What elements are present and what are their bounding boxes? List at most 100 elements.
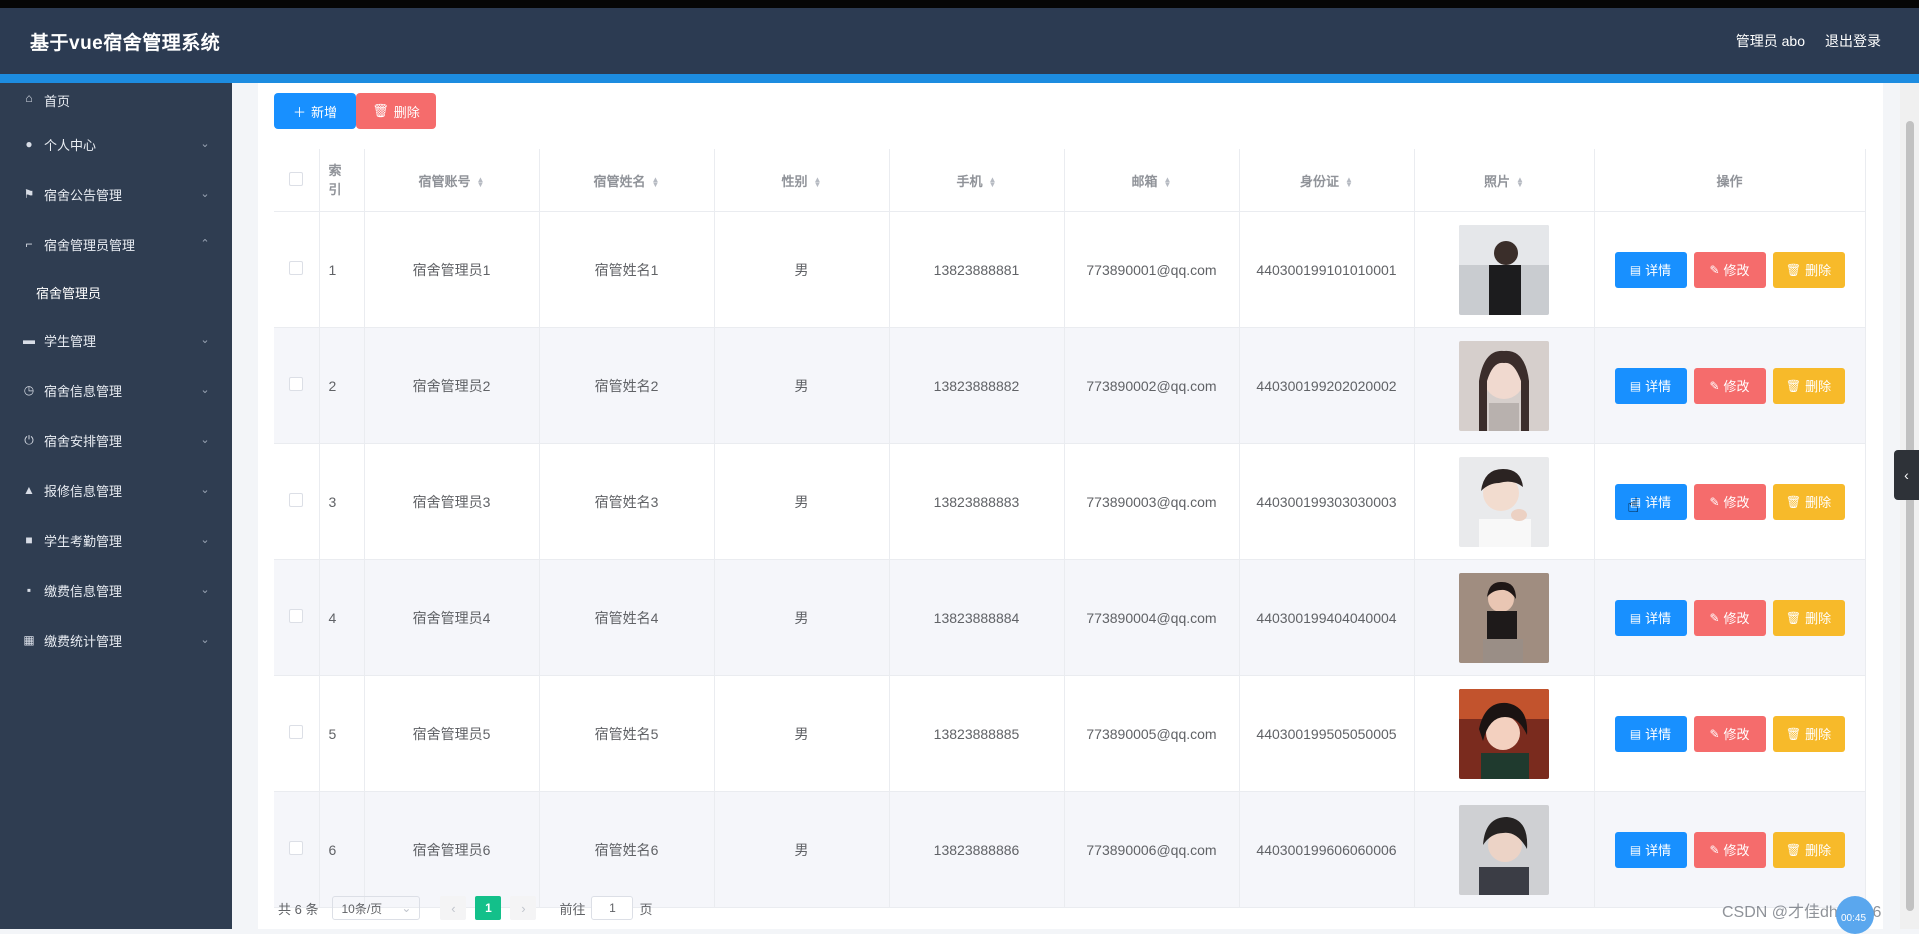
delete-button[interactable]: 🗑 删除 <box>1772 367 1845 404</box>
goto-page-input[interactable] <box>591 896 634 920</box>
row-select-cell[interactable] <box>274 559 320 676</box>
page-scrollbar[interactable] <box>1900 83 1919 929</box>
batch-delete-button[interactable]: 🗑 删除 <box>356 93 436 129</box>
phone-header[interactable]: 手机 ▲ ▼ <box>889 149 1065 212</box>
name-header[interactable]: 宿管姓名 ▲ ▼ <box>539 149 715 212</box>
edit-button[interactable]: ✎ 修改 <box>1693 251 1766 288</box>
edit-button[interactable]: ✎ 修改 <box>1693 483 1766 520</box>
floating-badge[interactable]: 00:45 <box>1836 896 1874 934</box>
chevron-down-icon: ⌄ <box>200 434 210 446</box>
account-cell: 宿舍管理员4 <box>364 559 540 676</box>
row-checkbox[interactable] <box>289 609 304 623</box>
power-icon: ⏻ <box>24 432 34 447</box>
detail-button[interactable]: ▤ 详情 <box>1614 251 1687 288</box>
index-cell: 3 <box>319 443 365 560</box>
detail-button[interactable]: ▤ 详情 <box>1614 483 1687 520</box>
edit-button[interactable]: ✎ 修改 <box>1693 367 1766 404</box>
avatar-photo[interactable] <box>1459 688 1549 779</box>
account-header[interactable]: 宿管账号 ▲ ▼ <box>364 149 540 212</box>
row-checkbox[interactable] <box>289 261 304 275</box>
edit-button[interactable]: ✎ 修改 <box>1693 715 1766 752</box>
delete-button[interactable]: 🗑 删除 <box>1772 831 1845 868</box>
row-checkbox[interactable] <box>289 493 304 507</box>
avatar-photo[interactable] <box>1459 456 1549 547</box>
sidebar-item-payment-stats-management[interactable]: ▦ 缴费统计管理 ⌄ <box>0 615 232 665</box>
sort-icon[interactable]: ▲ ▼ <box>652 176 660 189</box>
gender-header[interactable]: 性别 ▲ ▼ <box>714 149 890 212</box>
detail-button[interactable]: ▤ 详情 <box>1614 599 1687 636</box>
account-cell: 宿舍管理员1 <box>364 211 540 328</box>
select-all-cell[interactable] <box>274 149 320 212</box>
row-select-cell[interactable] <box>274 791 320 908</box>
row-select-cell[interactable] <box>274 211 320 328</box>
email-cell: 773890006@qq.com <box>1064 791 1240 908</box>
sort-icon[interactable]: ▲ ▼ <box>989 176 997 189</box>
select-all-checkbox[interactable] <box>289 171 304 186</box>
page-size-select[interactable]: 10条/页 ⌄ <box>332 896 421 920</box>
delete-button[interactable]: 🗑 删除 <box>1772 599 1845 636</box>
email-header[interactable]: 邮箱 ▲ ▼ <box>1064 149 1240 212</box>
index-cell: 4 <box>319 559 365 676</box>
index-cell: 5 <box>319 675 365 792</box>
sidebar-item-dorm-arrangement-management[interactable]: ⏻ 宿舍安排管理 ⌄ <box>0 415 232 465</box>
detail-button[interactable]: ▤ 详情 <box>1614 715 1687 752</box>
chevron-down-icon: ⌄ <box>200 334 210 346</box>
delete-button[interactable]: 🗑 删除 <box>1772 483 1845 520</box>
avatar-photo[interactable] <box>1459 340 1549 431</box>
sort-icon[interactable]: ▲ ▼ <box>477 176 485 189</box>
gender-cell: 男 <box>714 211 890 328</box>
sidebar-item-dorm-admin-management[interactable]: ⌐ 宿舍管理员管理 ⌃ <box>0 219 232 269</box>
idcard-cell: 440300199202020002 <box>1239 327 1415 444</box>
sidebar-item-dorm-info-management[interactable]: ◷ 宿舍信息管理 ⌄ <box>0 365 232 415</box>
detail-button[interactable]: ▤ 详情 <box>1614 367 1687 404</box>
row-checkbox[interactable] <box>289 377 304 391</box>
page-number-current[interactable]: 1 <box>475 896 502 920</box>
window-top-strip <box>0 0 1919 8</box>
email-cell: 773890004@qq.com <box>1064 559 1240 676</box>
scrollbar-thumb[interactable] <box>1906 121 1914 911</box>
row-select-cell[interactable] <box>274 443 320 560</box>
sidebar-item-label: 宿舍信息管理 <box>44 383 123 399</box>
add-button[interactable]: ＋ 新增 <box>274 93 356 129</box>
delete-button[interactable]: 🗑 删除 <box>1772 715 1845 752</box>
edit-icon: ✎ <box>1709 494 1720 509</box>
index-cell: 1 <box>319 211 365 328</box>
row-checkbox[interactable] <box>289 725 304 739</box>
pagination: 共 6 条 10条/页 ⌄ ‹ 1 › 前往 页 <box>278 896 653 920</box>
sidebar-item-home[interactable]: ⌂ 首页 <box>0 83 232 119</box>
actions-cell: ▤ 详情 ✎ 修改 🗑 删除 <box>1594 791 1866 908</box>
trash-icon: 🗑 <box>1785 494 1802 509</box>
sort-icon[interactable]: ▲ ▼ <box>1164 176 1172 189</box>
delete-button[interactable]: 🗑 删除 <box>1772 251 1845 288</box>
table-row: 5 宿舍管理员5 宿管姓名5 男 13823888885 773890005@q… <box>274 675 1866 792</box>
sidebar-subitem-dorm-admin[interactable]: 宿舍管理员 <box>0 269 232 315</box>
photo-header[interactable]: 照片 ▲ ▼ <box>1414 149 1595 212</box>
avatar-photo[interactable] <box>1459 804 1549 895</box>
idcard-header[interactable]: 身份证 ▲ ▼ <box>1239 149 1415 212</box>
detail-button[interactable]: ▤ 详情 <box>1614 831 1687 868</box>
edit-button[interactable]: ✎ 修改 <box>1693 831 1766 868</box>
sort-icon[interactable]: ▲ ▼ <box>1345 176 1353 189</box>
sidebar-item-student-management[interactable]: ▬ 学生管理 ⌄ <box>0 315 232 365</box>
row-select-cell[interactable] <box>274 327 320 444</box>
row-select-cell[interactable] <box>274 675 320 792</box>
sidebar-item-payment-management[interactable]: ▪ 缴费信息管理 ⌄ <box>0 565 232 615</box>
page-unit-label: 页 <box>639 901 653 917</box>
sidebar-item-attendance-management[interactable]: ■ 学生考勤管理 ⌄ <box>0 515 232 565</box>
sidebar-item-label: 首页 <box>44 94 71 109</box>
admin-user-label[interactable]: 管理员 abo <box>1736 31 1805 51</box>
side-panel-toggle[interactable]: ‹ <box>1894 450 1919 500</box>
row-checkbox[interactable] <box>289 841 304 855</box>
sort-icon[interactable]: ▲ ▼ <box>814 176 822 189</box>
sort-icon[interactable]: ▲ ▼ <box>1516 176 1524 189</box>
edit-button[interactable]: ✎ 修改 <box>1693 599 1766 636</box>
sidebar-item-personal-center[interactable]: ● 个人中心 ⌄ <box>0 119 232 169</box>
avatar-photo[interactable] <box>1459 572 1549 663</box>
name-cell: 宿管姓名6 <box>539 791 715 908</box>
logout-link[interactable]: 退出登录 <box>1825 31 1881 51</box>
prev-page-button[interactable]: ‹ <box>440 896 467 920</box>
avatar-photo[interactable] <box>1459 224 1549 315</box>
sidebar-item-notice-management[interactable]: ⚑ 宿舍公告管理 ⌄ <box>0 169 232 219</box>
next-page-button[interactable]: › <box>510 896 537 920</box>
sidebar-item-repair-management[interactable]: ▲ 报修信息管理 ⌄ <box>0 465 232 515</box>
